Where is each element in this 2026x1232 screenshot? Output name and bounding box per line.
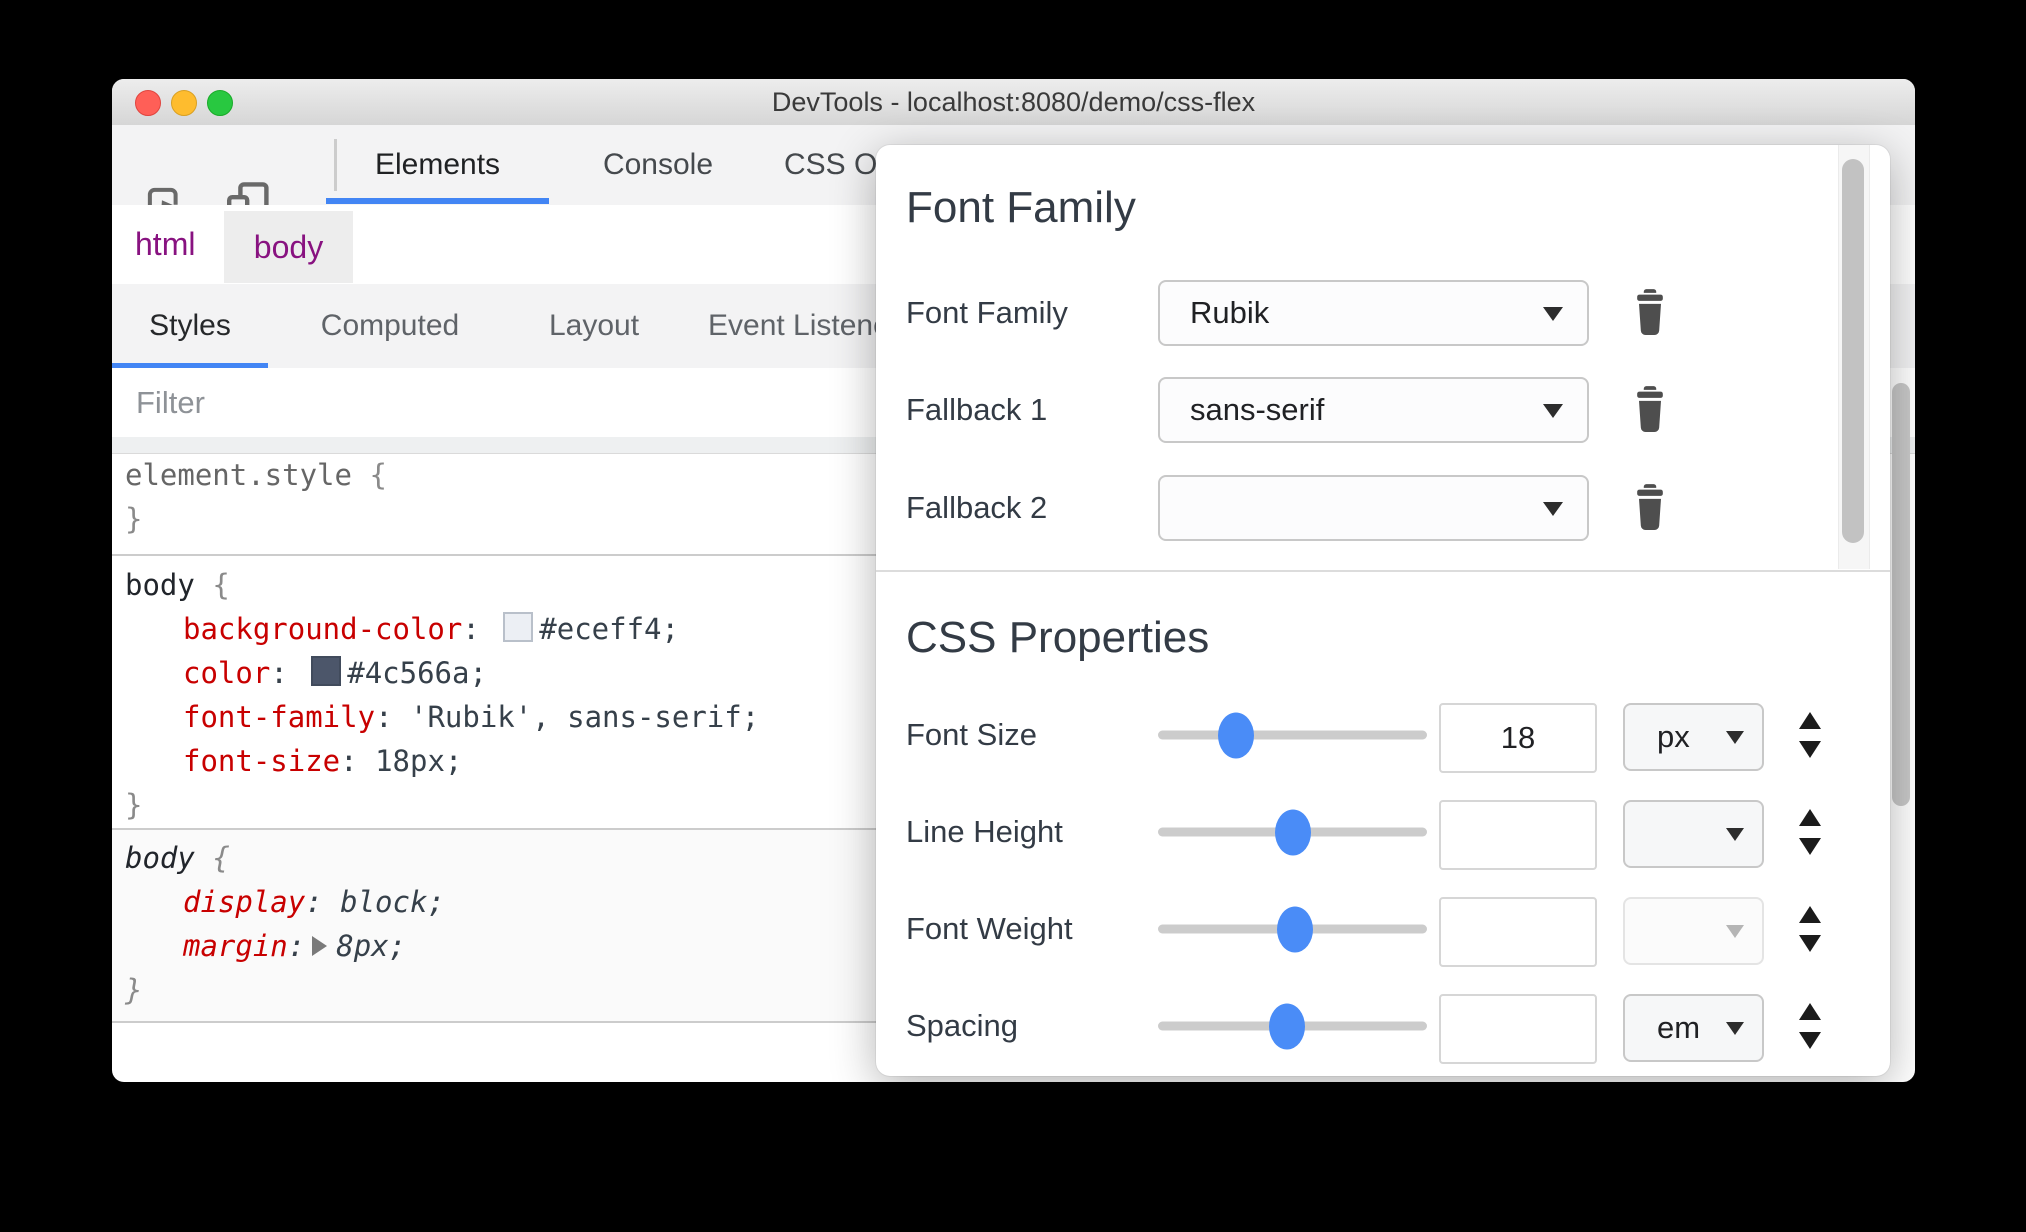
line-height-value-input[interactable] <box>1439 800 1597 870</box>
delete-font-family-button[interactable] <box>1628 287 1672 339</box>
screen: DevTools - localhost:8080/demo/css-flex … <box>0 0 2026 1232</box>
chevron-down-icon <box>1726 828 1744 841</box>
font-size-value-input[interactable] <box>1439 703 1597 773</box>
line-height-slider <box>1158 809 1427 855</box>
line-height-slider-thumb[interactable] <box>1274 809 1311 855</box>
font-size-label: Font Size <box>906 717 1037 752</box>
spacing-label: Spacing <box>906 1008 1019 1043</box>
font-size-slider-thumb[interactable] <box>1218 712 1254 758</box>
breadcrumb-item-body[interactable]: body <box>224 211 353 283</box>
stepper-down-icon[interactable] <box>1799 935 1821 952</box>
tab-layout[interactable]: Layout <box>538 284 650 367</box>
spacing-slider-thumb[interactable] <box>1269 1003 1306 1049</box>
font-weight-stepper <box>1788 906 1832 952</box>
title-bar[interactable]: DevTools - localhost:8080/demo/css-flex <box>112 79 1915 126</box>
font-editor-panel: Font Family Font Family Rubik Fallback 1… <box>876 145 1890 1076</box>
color-swatch[interactable] <box>311 656 342 686</box>
breadcrumb-item-html[interactable]: html <box>135 205 195 283</box>
chevron-down-icon <box>1726 731 1744 744</box>
rule-selector[interactable]: body <box>125 568 195 602</box>
tab-elements[interactable]: Elements <box>326 125 549 204</box>
font-weight-slider <box>1158 906 1427 952</box>
font-weight-value-input[interactable] <box>1439 897 1597 967</box>
expand-shorthand-icon[interactable] <box>312 936 328 956</box>
spacing-stepper <box>1788 1003 1832 1049</box>
rule-element-style[interactable]: element.style { } <box>112 453 884 556</box>
rule-selector[interactable]: element.style <box>125 458 352 492</box>
rule-body-user-agent[interactable]: body { display: block; margin: 8px; } <box>112 830 884 1023</box>
color-swatch[interactable] <box>503 612 534 642</box>
active-tab-underline <box>326 198 549 204</box>
font-weight-unit-select <box>1623 897 1764 965</box>
tab-styles[interactable]: Styles <box>112 284 268 367</box>
declaration-font-size[interactable]: font-size: 18px; <box>112 739 884 783</box>
font-weight-slider-thumb[interactable] <box>1277 906 1314 952</box>
css-properties-section-title: CSS Properties <box>906 613 1210 662</box>
spacing-unit-select[interactable]: em <box>1623 994 1764 1062</box>
line-height-label: Line Height <box>906 814 1063 849</box>
window-title: DevTools - localhost:8080/demo/css-flex <box>771 87 1256 117</box>
stepper-up-icon[interactable] <box>1799 1003 1821 1020</box>
fallback-1-select[interactable]: sans-serif <box>1158 377 1589 443</box>
spacing-slider <box>1158 1003 1427 1049</box>
chevron-down-icon <box>1726 925 1744 938</box>
panel-scrollbar-thumb[interactable] <box>1842 159 1864 543</box>
declaration-color[interactable]: color: #4c566a; <box>112 651 884 695</box>
declaration-display[interactable]: display: block; <box>112 880 884 924</box>
spacing-value-input[interactable] <box>1439 994 1597 1064</box>
chevron-down-icon <box>1543 307 1563 321</box>
declaration-background-color[interactable]: background-color: #eceff4; <box>112 607 884 651</box>
tab-computed[interactable]: Computed <box>304 284 476 367</box>
font-size-slider <box>1158 712 1427 758</box>
styles-filter-input[interactable] <box>134 374 838 432</box>
fallback-2-label: Fallback 2 <box>906 490 1048 525</box>
stepper-down-icon[interactable] <box>1799 1032 1821 1049</box>
delete-fallback-2-button[interactable] <box>1628 482 1672 534</box>
section-divider <box>876 570 1890 572</box>
styles-pane-scrollbar[interactable] <box>1892 383 1910 806</box>
font-weight-label: Font Weight <box>906 911 1073 946</box>
font-size-unit-select[interactable]: px <box>1623 703 1764 771</box>
stepper-down-icon[interactable] <box>1799 741 1821 758</box>
chevron-down-icon <box>1543 502 1563 516</box>
declaration-margin[interactable]: margin: 8px; <box>112 924 884 968</box>
stepper-down-icon[interactable] <box>1799 838 1821 855</box>
stepper-up-icon[interactable] <box>1799 712 1821 729</box>
rule-selector[interactable]: body <box>125 841 195 875</box>
declaration-font-family[interactable]: font-family: 'Rubik', sans-serif; <box>112 695 884 739</box>
tab-console[interactable]: Console <box>582 125 734 204</box>
chevron-down-icon <box>1543 404 1563 418</box>
stepper-up-icon[interactable] <box>1799 809 1821 826</box>
line-height-stepper <box>1788 809 1832 855</box>
open-brace: { <box>369 458 387 492</box>
fallback-1-label: Fallback 1 <box>906 392 1048 427</box>
font-family-select[interactable]: Rubik <box>1158 280 1589 346</box>
delete-fallback-1-button[interactable] <box>1628 384 1672 436</box>
chevron-down-icon <box>1726 1022 1744 1035</box>
fallback-2-select[interactable] <box>1158 475 1589 541</box>
font-family-label: Font Family <box>906 295 1068 330</box>
close-brace: } <box>125 502 143 536</box>
font-family-section-title: Font Family <box>906 183 1136 232</box>
rule-body[interactable]: body { background-color: #eceff4; color:… <box>112 556 884 830</box>
stepper-up-icon[interactable] <box>1799 906 1821 923</box>
font-size-stepper <box>1788 712 1832 758</box>
line-height-unit-select[interactable] <box>1623 800 1764 868</box>
